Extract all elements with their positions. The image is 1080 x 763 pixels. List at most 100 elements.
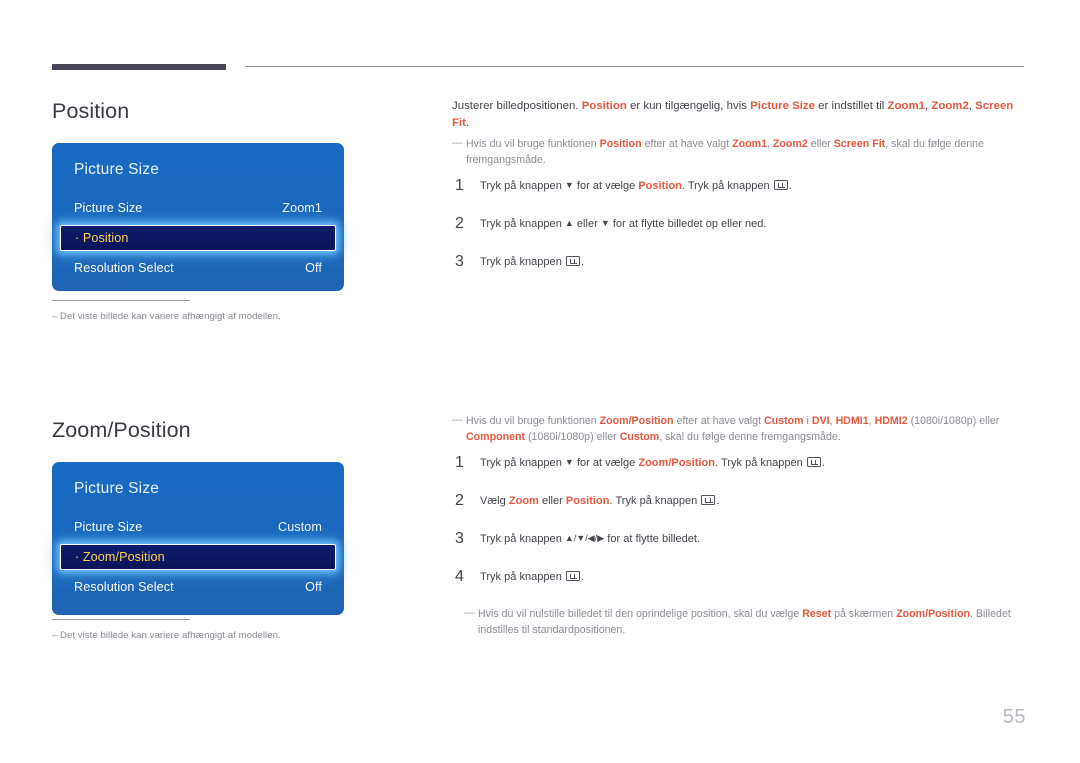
hint-accent-hdmi1: HDMI1 (835, 415, 869, 427)
hint-accent-zoom1: Zoom1 (732, 138, 767, 151)
header-rule-thick (52, 64, 226, 70)
step-text: . (580, 571, 584, 584)
step-text: Vælg (480, 495, 509, 508)
step-item: 3 Tryk på knappen . (452, 253, 1024, 276)
hint-text: efter at have valgt (641, 138, 733, 151)
page-number: 55 (1002, 706, 1026, 728)
osd-row-value: Zoom1 (282, 201, 322, 215)
step-text: Tryk på knappen (480, 218, 565, 231)
arrow-down-icon: ▼ (564, 457, 574, 468)
step-number: 4 (455, 568, 464, 586)
step-number: 2 (455, 492, 464, 510)
hint-dash-icon: — (464, 607, 475, 620)
step-text: eller (538, 495, 566, 508)
hint-dash-icon: — (452, 414, 463, 426)
footnote-rule (52, 619, 190, 620)
step-number: 3 (455, 253, 464, 271)
hint-paragraph: — Hvis du vil bruge funktionen Position e… (452, 137, 1024, 168)
step-text: . (788, 180, 792, 193)
intro-text: Justerer billedpositionen. (452, 100, 582, 112)
osd-row-value: Off (305, 580, 322, 594)
hint-text: eller (807, 138, 834, 151)
step-accent-position: Position (565, 495, 610, 508)
hint-accent-position: Position (599, 138, 642, 151)
step-text: . (716, 495, 720, 508)
step-item: 2 Vælg Zoom eller Position. Tryk på knapp… (452, 492, 1024, 515)
osd-panel-title: Picture Size (74, 480, 160, 497)
instructions-column-position: Justerer billedpositionen. Position er k… (452, 98, 1024, 292)
hint-text: , skal du følge denne fremgangsmåde. (659, 430, 841, 443)
footer-hint-paragraph: — Hvis du vil nulstille billedet til den … (452, 607, 1024, 638)
step-text: for at vælge (573, 180, 639, 193)
osd-row-list: Picture Size Custom · Zoom/Position Reso… (52, 512, 344, 602)
hint-accent-hdmi2: HDMI2 (874, 415, 908, 427)
osd-panel-picture-size-1: Picture Size Picture Size Zoom1 · Positi… (52, 143, 344, 291)
hint-accent-custom: Custom (764, 415, 804, 427)
step-accent-zoom-position: Zoom/Position (638, 457, 715, 470)
intro-accent-picture-size: Picture Size (750, 100, 815, 112)
osd-row-resolution-select[interactable]: Resolution Select Off (52, 572, 344, 602)
footnote-text: – Det viste billede kan variere afhængigt… (52, 311, 352, 322)
step-number: 1 (455, 177, 464, 195)
step-text: for at vælge (573, 457, 639, 470)
hint-accent-custom-2: Custom (619, 430, 660, 443)
manual-page: Position Picture Size Picture Size Zoom1… (0, 0, 1080, 763)
hint-dash-icon: — (452, 137, 463, 150)
osd-row-picture-size[interactable]: Picture Size Custom (52, 512, 344, 542)
step-text: Tryk på knappen (480, 457, 565, 470)
step-text: . (821, 457, 825, 470)
step-number: 3 (455, 530, 464, 548)
hint-accent-component: Component (466, 430, 526, 443)
step-text: . Tryk på knappen (681, 180, 773, 193)
header-rule-thin (246, 66, 1024, 67)
osd-row-position-selected[interactable]: · Position (60, 225, 336, 251)
step-text: for at flytte billedet op eller ned. (609, 218, 767, 231)
intro-paragraph: Justerer billedpositionen. Position er k… (452, 98, 1024, 131)
arrow-up-icon: ▲ (564, 218, 574, 229)
step-text: . Tryk på knappen (609, 495, 701, 508)
panel-footnote-2: – Det viste billede kan variere afhængigt… (52, 619, 352, 641)
enter-key-icon (565, 256, 580, 267)
step-text: Tryk på knappen (480, 180, 565, 193)
intro-accent-zoom1: Zoom1 (887, 100, 925, 112)
osd-row-label: Resolution Select (74, 580, 174, 594)
step-text: . (580, 256, 584, 269)
hint-accent-zoom-position: Zoom/Position (896, 608, 971, 621)
osd-row-label: · Position (75, 231, 129, 245)
step-accent-zoom: Zoom (508, 495, 539, 508)
hint-accent-screen-fit: Screen Fit (833, 138, 886, 151)
enter-key-icon (806, 457, 821, 468)
arrow-down-icon: ▼ (564, 180, 574, 191)
hint-accent-zoom-position: Zoom/Position (599, 415, 674, 427)
osd-row-value: Off (305, 261, 322, 275)
osd-row-zoom-position-selected[interactable]: · Zoom/Position (60, 544, 336, 570)
step-number: 1 (455, 454, 464, 472)
footnote-dash: – (52, 630, 58, 641)
hint-text: (1080i/1080p) eller (525, 430, 620, 443)
osd-row-label: Resolution Select (74, 261, 174, 275)
hint-text: Hvis du vil bruge funktionen (466, 415, 600, 427)
osd-row-resolution-select[interactable]: Resolution Select Off (52, 253, 344, 283)
step-item: 3 Tryk på knappen ▲/▼/◀/▶ for at flytte b… (452, 530, 1024, 553)
header-rule (52, 64, 1024, 72)
hint-text: på skærmen (831, 608, 897, 621)
instructions-column-zoom-position: — Hvis du vil bruge funktionen Zoom/Posit… (452, 414, 1024, 649)
hint-text: Hvis du vil bruge funktionen (466, 138, 600, 151)
hint-text: i (803, 415, 812, 427)
step-number: 2 (455, 215, 464, 233)
osd-row-label: Picture Size (74, 201, 143, 215)
osd-row-list: Picture Size Zoom1 · Position Resolution… (52, 193, 344, 283)
osd-row-picture-size[interactable]: Picture Size Zoom1 (52, 193, 344, 223)
hint-accent-dvi: DVI (811, 415, 830, 427)
osd-row-value: Custom (278, 520, 322, 534)
intro-text: er indstillet til (815, 100, 888, 112)
footnote-dash: – (52, 311, 58, 322)
hint-paragraph: — Hvis du vil bruge funktionen Zoom/Posit… (452, 414, 1024, 445)
footnote-body: Det viste billede kan variere afhængigt … (60, 630, 281, 641)
enter-key-icon (773, 180, 788, 191)
step-item: 2 Tryk på knappen ▲ eller ▼ for at flytte… (452, 215, 1024, 238)
intro-accent-zoom2: Zoom2 (931, 100, 969, 112)
intro-accent-position: Position (581, 100, 627, 112)
intro-text: er kun tilgængelig, hvis (626, 100, 751, 112)
hint-text: Hvis du vil nulstille billedet til den o… (478, 608, 803, 621)
